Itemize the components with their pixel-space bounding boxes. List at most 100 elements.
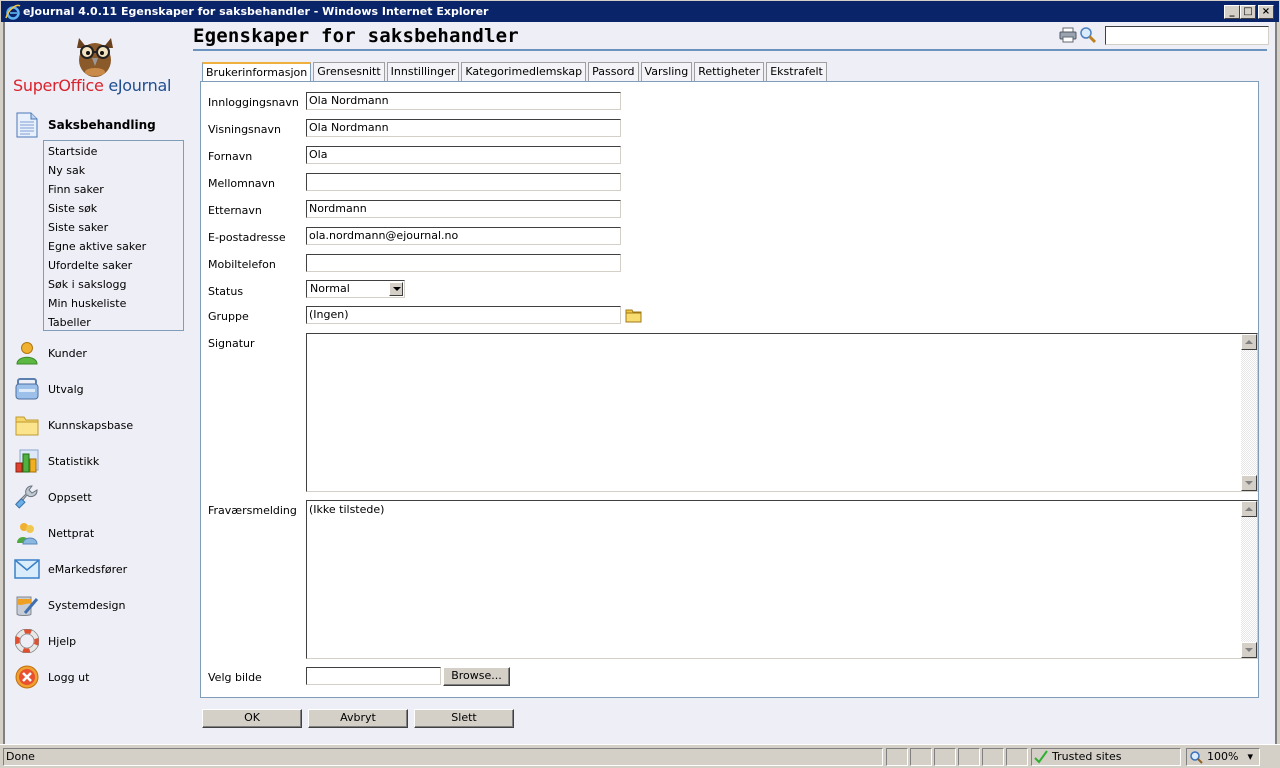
chevron-down-icon[interactable]: ▾ [1247, 749, 1253, 765]
internet-explorer-icon [5, 4, 21, 20]
basket-icon [13, 375, 41, 403]
display-name-input[interactable]: Ola Nordmann [306, 119, 621, 137]
tab-bar: Brukerinformasjon Grensesnitt Innstillin… [202, 62, 829, 82]
window-titlebar: eJournal 4.0.11 Egenskaper for saksbehan… [0, 0, 1280, 22]
subnav-item-siste-saker[interactable]: Siste saker [44, 218, 183, 237]
sidebar-item-kunder[interactable]: Kunder [13, 338, 193, 368]
sidebar-item-label: Statistikk [48, 454, 100, 468]
subnav-item-egne-aktive-saker[interactable]: Egne aktive saker [44, 237, 183, 256]
folder-icon [13, 411, 41, 439]
subnav-item-tabeller[interactable]: Tabeller [44, 313, 183, 332]
subnav-item-siste-sok[interactable]: Siste søk [44, 199, 183, 218]
chevron-down-icon[interactable] [389, 282, 403, 296]
login-name-input[interactable]: Ola Nordmann [306, 92, 621, 110]
signature-scrollbar[interactable] [1241, 334, 1257, 491]
sidebar-item-systemdesign[interactable]: Systemdesign [13, 590, 193, 620]
browse-button[interactable]: Browse... [443, 667, 510, 686]
sidebar-item-statistikk[interactable]: Statistikk [13, 446, 193, 476]
tab-grensesnitt[interactable]: Grensesnitt [313, 62, 385, 81]
sidebar-item-label: Utvalg [48, 382, 84, 396]
status-label: Status [208, 285, 244, 298]
last-name-input[interactable]: Nordmann [306, 200, 621, 218]
status-cell [958, 748, 980, 766]
customer-icon [13, 339, 41, 367]
status-selected-value: Normal [310, 282, 350, 295]
checkmark-icon [1034, 750, 1048, 764]
delete-button[interactable]: Slett [414, 709, 514, 728]
absence-message-text: (Ikke tilstede) [309, 503, 385, 516]
brand-logo: SuperOffice eJournal [13, 76, 171, 95]
wrench-icon [13, 483, 41, 511]
zoom-level: 100% [1207, 750, 1239, 763]
scroll-down-icon[interactable] [1241, 642, 1257, 658]
lifebuoy-icon [13, 627, 41, 655]
subnav-item-startside[interactable]: Startside [44, 142, 183, 161]
tab-rettigheter[interactable]: Rettigheter [694, 62, 765, 81]
sidebar-item-utvalg[interactable]: Utvalg [13, 374, 193, 404]
document-icon [13, 111, 41, 139]
user-info-panel: Innloggingsnavn Ola Nordmann Visningsnav… [200, 81, 1259, 698]
signature-label: Signatur [208, 337, 255, 350]
status-select[interactable]: Normal [306, 280, 405, 298]
zoom-control[interactable]: 100% ▾ [1186, 748, 1260, 766]
folder-icon[interactable] [625, 308, 642, 323]
tab-brukerinformasjon[interactable]: Brukerinformasjon [202, 62, 312, 82]
tab-varsling[interactable]: Varsling [640, 62, 693, 81]
last-name-label: Etternavn [208, 204, 262, 217]
security-zone[interactable]: Trusted sites [1031, 748, 1181, 766]
tab-kategorimedlemskap[interactable]: Kategorimedlemskap [461, 62, 587, 81]
scroll-up-icon[interactable] [1241, 501, 1257, 517]
tab-innstillinger[interactable]: Innstillinger [386, 62, 460, 81]
tab-passord[interactable]: Passord [588, 62, 639, 81]
chart-icon [13, 447, 41, 475]
sidebar-item-kunnskapsbase[interactable]: Kunnskapsbase [13, 410, 193, 440]
subnav-item-sok-i-sakslogg[interactable]: Søk i sakslogg [44, 275, 183, 294]
sidebar-item-hjelp[interactable]: Hjelp [13, 626, 193, 656]
chat-users-icon [13, 519, 41, 547]
absence-message-scrollbar[interactable] [1241, 501, 1257, 658]
subnav-item-min-huskeliste[interactable]: Min huskeliste [44, 294, 183, 313]
subnav-item-ny-sak[interactable]: Ny sak [44, 161, 183, 180]
subnav-item-finn-saker[interactable]: Finn saker [44, 180, 183, 199]
status-cell [982, 748, 1004, 766]
group-input[interactable]: (Ingen) [306, 306, 621, 324]
sidebar-item-label: Hjelp [48, 634, 77, 648]
search-icon[interactable] [1079, 26, 1097, 44]
tab-ekstrafelt[interactable]: Ekstrafelt [766, 62, 827, 81]
mobile-input[interactable] [306, 254, 621, 272]
maximize-icon: □ [1243, 6, 1253, 17]
signature-textarea[interactable] [306, 333, 1258, 492]
sidebar-item-label: Nettprat [48, 526, 95, 540]
quick-search-input[interactable] [1105, 26, 1269, 45]
print-icon[interactable] [1059, 27, 1077, 43]
envelope-icon [13, 555, 41, 583]
status-cell [1006, 748, 1028, 766]
scroll-down-icon[interactable] [1241, 475, 1257, 491]
paint-icon [13, 591, 41, 619]
sidebar-item-logg-ut[interactable]: Logg ut [13, 662, 193, 692]
sidebar-item-nettprat[interactable]: Nettprat [13, 518, 193, 548]
minimize-button[interactable]: _ [1224, 5, 1240, 19]
sidebar-item-emarkedsforer[interactable]: eMarkedsfører [13, 554, 193, 584]
sidebar-item-oppsett[interactable]: Oppsett [13, 482, 193, 512]
cancel-button[interactable]: Avbryt [308, 709, 408, 728]
sidebar-item-saksbehandling[interactable]: Saksbehandling [13, 110, 193, 140]
title-divider [193, 49, 1267, 51]
sidebar: SuperOffice eJournal Saksbehandling Star… [5, 22, 193, 742]
first-name-input[interactable]: Ola [306, 146, 621, 164]
sidebar-item-label: Logg ut [48, 670, 90, 684]
zoom-icon [1190, 751, 1203, 764]
scroll-up-icon[interactable] [1241, 334, 1257, 350]
subnav-item-ufordelte-saker[interactable]: Ufordelte saker [44, 256, 183, 275]
picture-label: Velg bilde [208, 671, 262, 684]
ok-button[interactable]: OK [202, 709, 302, 728]
absence-message-textarea[interactable]: (Ikke tilstede) [306, 500, 1258, 659]
close-button[interactable]: × [1258, 5, 1274, 19]
middle-name-input[interactable] [306, 173, 621, 191]
group-label: Gruppe [208, 310, 249, 323]
subnav-list: Startside Ny sak Finn saker Siste søk Si… [43, 140, 184, 331]
picture-file-input[interactable] [306, 667, 441, 685]
maximize-button[interactable]: □ [1240, 5, 1256, 19]
owl-logo-icon [77, 38, 113, 77]
email-input[interactable]: ola.nordmann@ejournal.no [306, 227, 621, 245]
